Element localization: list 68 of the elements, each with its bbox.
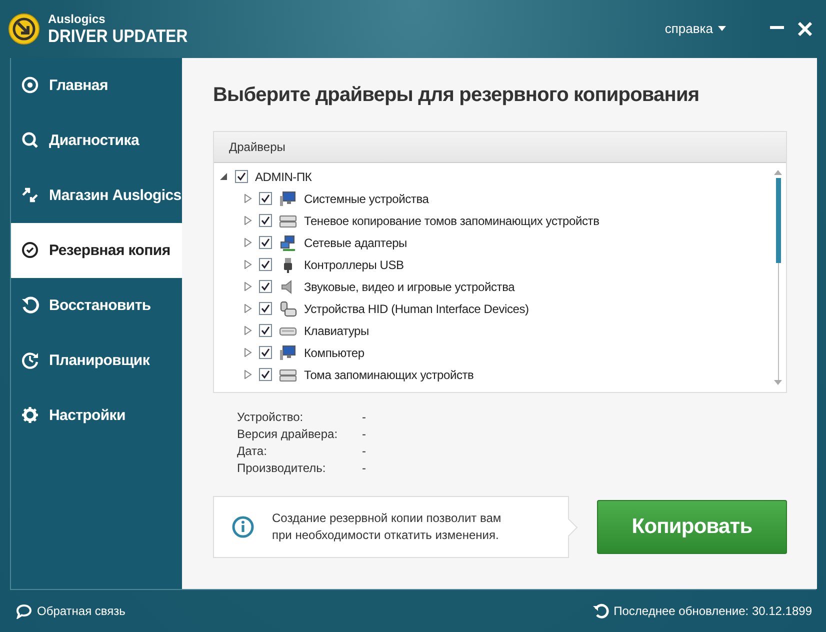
expand-arrow-icon[interactable] — [244, 216, 252, 226]
gamepad-icon — [279, 300, 297, 317]
expand-arrow-icon[interactable] — [244, 282, 252, 292]
checkbox[interactable] — [259, 324, 272, 338]
monitor-icon — [279, 190, 297, 207]
expand-arrow-icon[interactable] — [244, 194, 252, 204]
detail-label: Версия драйвера: — [237, 426, 339, 442]
detail-value: - — [362, 426, 367, 442]
drive-icon — [279, 366, 297, 383]
checkbox[interactable] — [259, 368, 272, 382]
info-text: Создание резервной копии позволит вам при необходимости откатить изменения. — [272, 510, 502, 544]
detail-label: Производитель: — [237, 460, 327, 476]
sidebar-item[interactable]: Резервная копия — [11, 222, 182, 278]
tree-item[interactable]: Устройства HID (Human Interface Devices) — [304, 302, 529, 316]
restore-icon — [21, 296, 39, 314]
expand-arrow-icon[interactable] — [244, 326, 252, 336]
checkbox[interactable] — [259, 280, 272, 294]
clock-icon — [21, 241, 39, 260]
checkbox[interactable] — [259, 236, 272, 250]
search-icon — [21, 131, 39, 150]
scheduler-icon — [21, 351, 39, 370]
detail-label: Устройство: — [237, 408, 304, 425]
tree-item[interactable]: Системные устройства — [304, 192, 429, 206]
tree-item[interactable]: Тома запоминающих устройств — [304, 368, 474, 382]
tree-item[interactable]: ADMIN-ПК — [255, 170, 312, 184]
help-menu[interactable]: справка — [664, 21, 726, 36]
app-logo-icon — [8, 12, 40, 45]
checkbox[interactable] — [235, 170, 248, 184]
network-icon — [279, 234, 297, 251]
caret-icon — [718, 26, 726, 32]
checkbox[interactable] — [259, 302, 272, 316]
expand-arrow-icon[interactable] — [220, 172, 228, 182]
expand-arrow-icon[interactable] — [244, 370, 252, 380]
detail-value: - — [362, 460, 367, 476]
drive-icon — [279, 212, 297, 229]
tree-item[interactable]: Теневое копирование томов запоминающих устройств — [304, 214, 600, 228]
swap-arrows-icon — [21, 186, 39, 204]
expand-arrow-icon[interactable] — [244, 260, 252, 270]
expand-arrow-icon[interactable] — [244, 348, 252, 358]
minimize-button[interactable] — [770, 26, 784, 32]
gear-icon — [21, 406, 39, 424]
expand-arrow-icon[interactable] — [244, 238, 252, 248]
checkbox[interactable] — [259, 192, 272, 206]
checkbox[interactable] — [259, 346, 272, 360]
brand-name: Auslogics — [48, 12, 106, 25]
tree-item[interactable]: Сетевые адаптеры — [304, 236, 407, 250]
tree-item[interactable]: Клавиатуры — [304, 324, 369, 338]
close-button[interactable] — [798, 22, 812, 36]
expand-arrow-icon[interactable] — [244, 304, 252, 314]
chat-bubble-icon — [16, 604, 32, 619]
feedback-link[interactable]: Обратная связь — [16, 604, 126, 619]
last-update-text: Последнее обновление: 30.12.1899 — [614, 604, 812, 618]
checkbox[interactable] — [259, 214, 272, 228]
monitor-icon — [279, 344, 297, 361]
column-header[interactable]: Драйверы — [214, 132, 786, 163]
detail-value: - — [362, 408, 367, 425]
page-title: Выберите драйверы для резервного копирования — [213, 84, 700, 107]
tree-item[interactable]: Звуковые, видео и игровые устройства — [304, 280, 515, 294]
detail-label: Дата: — [237, 442, 268, 459]
detail-value: - — [362, 442, 367, 459]
minimize-icon — [770, 26, 784, 30]
product-name: DRIVER UPDATER — [48, 26, 188, 45]
checkbox[interactable] — [259, 258, 272, 272]
tree-item[interactable]: Компьютер — [304, 346, 364, 360]
target-icon — [21, 76, 39, 94]
tree-item[interactable]: Контроллеры USB — [304, 258, 404, 272]
refresh-icon — [592, 603, 609, 620]
info-icon — [232, 516, 254, 538]
